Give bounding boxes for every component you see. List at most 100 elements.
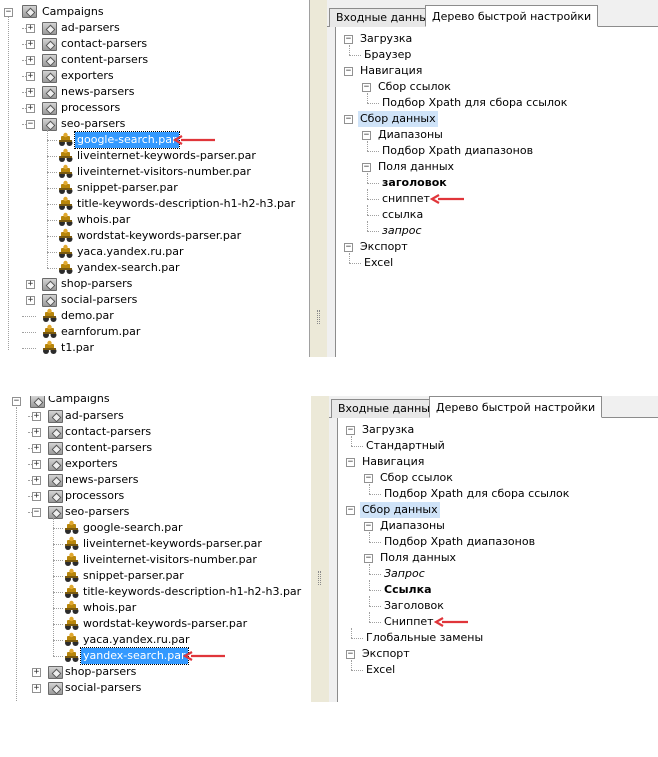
settings-tree-item[interactable]: Поля данных	[376, 159, 456, 175]
collapse-toggle[interactable]: −	[344, 35, 353, 44]
settings-tree-item[interactable]: Диапазоны	[378, 518, 447, 534]
folder-shop-parsers[interactable]: shop-parsers	[63, 664, 138, 680]
parser-file-item[interactable]: title-keywords-description-h1-h2-h3.par	[75, 196, 297, 212]
collapse-toggle[interactable]: −	[364, 522, 373, 531]
parser-file-item[interactable]: snippet-parser.par	[81, 568, 186, 584]
settings-tree-item[interactable]: Подбор Xpath для сбора ссылок	[380, 95, 569, 111]
settings-tree-item[interactable]: Сбор ссылок	[376, 79, 453, 95]
settings-tree-item[interactable]: Сбор данных	[360, 502, 440, 518]
parser-file-item[interactable]: yandex-search.par	[80, 647, 189, 665]
collapse-toggle[interactable]: −	[346, 650, 355, 659]
campaigns-tree-pane[interactable]: − Campaigns + ad-parsers + contact-parsers +…	[0, 396, 311, 702]
settings-tree-item[interactable]: Диапазоны	[376, 127, 445, 143]
settings-tree-item[interactable]: Сбор данных	[358, 111, 438, 127]
folder-processors[interactable]: processors	[63, 488, 126, 504]
settings-tree-item[interactable]: Запрос	[382, 566, 427, 582]
collapse-toggle[interactable]: −	[364, 474, 373, 483]
expand-toggle[interactable]: +	[26, 296, 35, 305]
collapse-toggle[interactable]: −	[364, 554, 373, 563]
parser-file-item[interactable]: liveinternet-visitors-number.par	[75, 164, 253, 180]
settings-tree-item[interactable]: ссылка	[380, 207, 425, 223]
collapse-toggle[interactable]: −	[362, 83, 371, 92]
folder-news-parsers[interactable]: news-parsers	[59, 84, 136, 100]
parser-file-item[interactable]: yandex-search.par	[75, 260, 182, 276]
expand-toggle[interactable]: +	[32, 668, 41, 677]
expand-toggle[interactable]: +	[26, 88, 35, 97]
parser-file-item[interactable]: whois.par	[81, 600, 138, 616]
pane-splitter[interactable]	[311, 396, 329, 702]
collapse-toggle[interactable]: −	[32, 508, 41, 517]
settings-tree-item[interactable]: Экспорт	[360, 646, 412, 662]
expand-toggle[interactable]: +	[26, 72, 35, 81]
parser-file-item[interactable]: wordstat-keywords-parser.par	[75, 228, 243, 244]
collapse-toggle[interactable]: −	[344, 243, 353, 252]
folder-seo-parsers[interactable]: seo-parsers	[63, 504, 131, 520]
collapse-toggle[interactable]: −	[346, 506, 355, 515]
settings-tree-item[interactable]: Сбор ссылок	[378, 470, 455, 486]
folder-seo-parsers[interactable]: seo-parsers	[59, 116, 127, 132]
folder-contact-parsers[interactable]: contact-parsers	[59, 36, 149, 52]
quick-setup-tree[interactable]: − Загрузка Браузер − Навигация − Сбор ссылок По…	[335, 27, 658, 357]
expand-toggle[interactable]: +	[32, 412, 41, 421]
settings-tree-item[interactable]: Ссылка	[382, 582, 434, 598]
settings-tree-item[interactable]: Excel	[364, 662, 397, 678]
parser-file-item[interactable]: liveinternet-keywords-parser.par	[81, 536, 264, 552]
folder-social-parsers[interactable]: social-parsers	[59, 292, 139, 308]
settings-tree-item[interactable]: Загрузка	[360, 422, 416, 438]
settings-tree-item[interactable]: сниппет	[380, 191, 432, 207]
expand-toggle[interactable]: +	[26, 40, 35, 49]
tree-root-label[interactable]: Campaigns	[40, 4, 106, 20]
settings-tree-item[interactable]: Подбор Xpath диапазонов	[382, 534, 537, 550]
settings-tree-item[interactable]: Подбор Xpath диапазонов	[380, 143, 535, 159]
settings-tree-item[interactable]: Стандартный	[364, 438, 447, 454]
settings-tree-item[interactable]: Навигация	[358, 63, 424, 79]
expand-toggle[interactable]: +	[26, 104, 35, 113]
folder-ad-parsers[interactable]: ad-parsers	[59, 20, 122, 36]
expand-toggle[interactable]: +	[32, 492, 41, 501]
expand-toggle[interactable]: +	[32, 428, 41, 437]
settings-tree-item[interactable]: Excel	[362, 255, 395, 271]
parser-file-item[interactable]: google-search.par	[74, 131, 180, 149]
collapse-toggle[interactable]: −	[4, 8, 13, 17]
parser-file-item[interactable]: t1.par	[59, 340, 96, 356]
folder-contact-parsers[interactable]: contact-parsers	[63, 424, 153, 440]
settings-tree-item[interactable]: Браузер	[362, 47, 413, 63]
folder-exporters[interactable]: exporters	[63, 456, 120, 472]
settings-tree-item[interactable]: Экспорт	[358, 239, 410, 255]
settings-tree-item[interactable]: запрос	[380, 223, 424, 239]
settings-tree-item[interactable]: Сниппет	[382, 614, 436, 630]
collapse-toggle[interactable]: −	[346, 458, 355, 467]
parser-file-item[interactable]: title-keywords-description-h1-h2-h3.par	[81, 584, 303, 600]
tab-input-data[interactable]: Входные данные	[331, 399, 444, 418]
collapse-toggle[interactable]: −	[344, 115, 353, 124]
parser-file-item[interactable]: liveinternet-keywords-parser.par	[75, 148, 258, 164]
collapse-toggle[interactable]: −	[346, 426, 355, 435]
expand-toggle[interactable]: +	[26, 280, 35, 289]
parser-file-item[interactable]: demo.par	[59, 308, 116, 324]
tab-quick-setup-tree[interactable]: Дерево быстрой настройки	[425, 5, 599, 27]
expand-toggle[interactable]: +	[26, 56, 35, 65]
settings-tree-item[interactable]: Загрузка	[358, 31, 414, 47]
tab-quick-setup-tree[interactable]: Дерево быстрой настройки	[429, 396, 603, 418]
parser-file-item[interactable]: yaca.yandex.ru.par	[75, 244, 186, 260]
settings-tree-item[interactable]: заголовок	[380, 175, 449, 191]
folder-ad-parsers[interactable]: ad-parsers	[63, 408, 126, 424]
expand-toggle[interactable]: +	[32, 444, 41, 453]
expand-toggle[interactable]: +	[32, 460, 41, 469]
parser-file-item[interactable]: whois.par	[75, 212, 132, 228]
collapse-toggle[interactable]: −	[344, 67, 353, 76]
folder-social-parsers[interactable]: social-parsers	[63, 680, 143, 696]
settings-tree-item[interactable]: Заголовок	[382, 598, 446, 614]
parser-file-item[interactable]: earnforum.par	[59, 324, 142, 340]
pane-splitter[interactable]	[310, 0, 327, 357]
collapse-toggle[interactable]: −	[362, 163, 371, 172]
expand-toggle[interactable]: +	[26, 24, 35, 33]
parser-file-item[interactable]: snippet-parser.par	[75, 180, 180, 196]
parser-file-item[interactable]: wordstat-keywords-parser.par	[81, 616, 249, 632]
expand-toggle[interactable]: +	[32, 684, 41, 693]
folder-content-parsers[interactable]: content-parsers	[63, 440, 154, 456]
folder-news-parsers[interactable]: news-parsers	[63, 472, 140, 488]
campaigns-tree-pane[interactable]: − Campaigns + ad-parsers + contact-parsers +…	[0, 0, 310, 357]
settings-tree-item[interactable]: Подбор Xpath для сбора ссылок	[382, 486, 571, 502]
collapse-toggle[interactable]: −	[12, 397, 21, 406]
